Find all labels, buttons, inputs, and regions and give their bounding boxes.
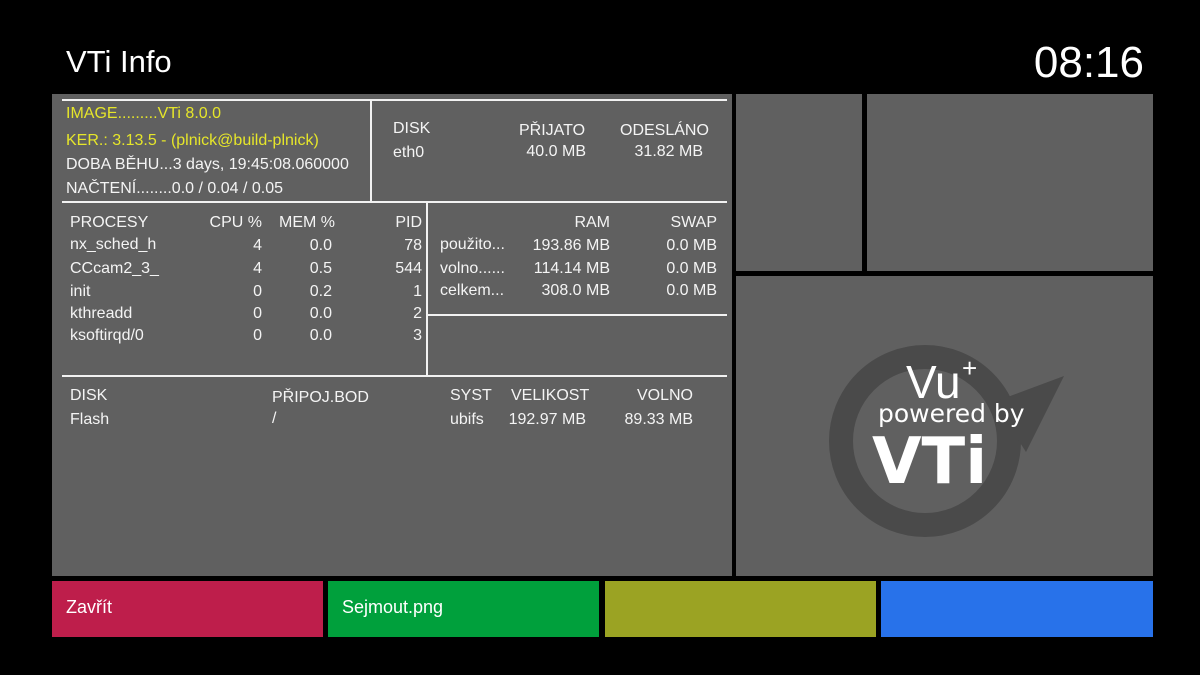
storage-free: 89.33 MB xyxy=(624,411,693,428)
process-cpu: 4 xyxy=(253,237,262,254)
process-mem: 0.0 xyxy=(309,305,332,322)
vu-vti-logo: Vu + powered by VTi xyxy=(829,345,1064,537)
process-pid: 2 xyxy=(413,305,422,322)
process-pid: 544 xyxy=(395,260,422,277)
process-header-mem: MEM % xyxy=(279,214,335,231)
memory-ram: 114.14 MB xyxy=(533,260,610,277)
clock: 08:16 xyxy=(1033,38,1144,87)
memory-ram: 193.86 MB xyxy=(532,237,610,254)
process-cpu: 0 xyxy=(253,327,262,344)
storage-header-size: VELIKOST xyxy=(511,387,590,404)
storage-size: 192.97 MB xyxy=(508,411,586,428)
memory-swap: 0.0 MB xyxy=(666,260,717,277)
system-load: NAČTENÍ........0.0 / 0.04 / 0.05 xyxy=(66,180,283,197)
process-header-pid: PID xyxy=(395,214,422,231)
process-pid: 78 xyxy=(404,237,422,254)
network-interface: eth0 xyxy=(393,144,425,161)
logo-panel: Vu + powered by VTi xyxy=(736,276,1153,576)
preview-panel-small xyxy=(736,94,862,271)
image-version: IMAGE.........VTi 8.0.0 xyxy=(66,105,222,122)
network-header-interface: DISK xyxy=(393,120,431,137)
process-name: kthreadd xyxy=(70,305,133,322)
process-name: CCcam2_3_ xyxy=(70,260,159,277)
network-sent: 31.82 MB xyxy=(634,143,703,160)
green-button[interactable]: Sejmout.png xyxy=(328,581,599,637)
memory-ram: 308.0 MB xyxy=(541,282,610,299)
divider xyxy=(62,99,727,101)
storage-disk: Flash xyxy=(70,411,110,428)
process-cpu: 0 xyxy=(253,305,262,322)
storage-header-mount: PŘIPOJ.BOD xyxy=(272,389,369,406)
memory-label: použito... xyxy=(440,236,505,253)
red-button-label: Zavřít xyxy=(66,597,113,617)
green-button-label: Sejmout.png xyxy=(342,597,444,617)
process-cpu: 0 xyxy=(253,283,262,300)
divider xyxy=(370,99,372,203)
red-button[interactable]: Zavřít xyxy=(52,581,323,637)
process-mem: 0.0 xyxy=(309,237,332,254)
divider xyxy=(62,201,727,203)
memory-label: volno...... xyxy=(440,260,505,277)
logo-plus: + xyxy=(962,353,977,383)
network-header-received: PŘIJATO xyxy=(519,122,586,139)
process-pid: 1 xyxy=(413,283,422,300)
uptime: DOBA BĚHU...3 days, 19:45:08.060000 xyxy=(66,156,349,173)
process-header-name: PROCESY xyxy=(70,214,149,231)
memory-swap: 0.0 MB xyxy=(666,237,717,254)
storage-header-fs: SYST xyxy=(450,387,492,404)
process-mem: 0.0 xyxy=(309,327,332,344)
memory-header-swap: SWAP xyxy=(670,214,717,231)
memory-label: celkem... xyxy=(440,282,505,299)
network-header-sent: ODESLÁNO xyxy=(620,122,709,139)
process-pid: 3 xyxy=(413,327,422,344)
storage-header-disk: DISK xyxy=(70,387,108,404)
process-name: init xyxy=(70,283,91,300)
process-mem: 0.2 xyxy=(309,283,332,300)
network-received: 40.0 MB xyxy=(526,143,586,160)
kernel-version: KER.: 3.13.5 - (plnick@build-plnick) xyxy=(66,132,319,149)
process-name: nx_sched_h xyxy=(70,236,157,253)
memory-header-ram: RAM xyxy=(574,214,610,231)
process-header-cpu: CPU % xyxy=(209,214,262,231)
preview-panel-wide xyxy=(867,94,1153,271)
info-panel: IMAGE.........VTi 8.0.0 KER.: 3.13.5 - (… xyxy=(52,94,732,576)
storage-mount: / xyxy=(272,410,277,427)
blue-button[interactable] xyxy=(881,581,1153,637)
yellow-button[interactable] xyxy=(605,581,876,637)
screen-title: VTi Info xyxy=(66,44,172,79)
divider xyxy=(426,203,428,375)
storage-header-free: VOLNO xyxy=(636,387,693,404)
divider xyxy=(428,314,727,316)
process-cpu: 4 xyxy=(253,260,262,277)
storage-fs: ubifs xyxy=(450,411,484,428)
process-name: ksoftirqd/0 xyxy=(70,327,144,344)
divider xyxy=(62,375,727,377)
logo-vti: VTi xyxy=(872,425,987,499)
memory-swap: 0.0 MB xyxy=(666,282,717,299)
logo-powered-by: powered by xyxy=(878,399,1025,428)
process-mem: 0.5 xyxy=(309,260,332,277)
